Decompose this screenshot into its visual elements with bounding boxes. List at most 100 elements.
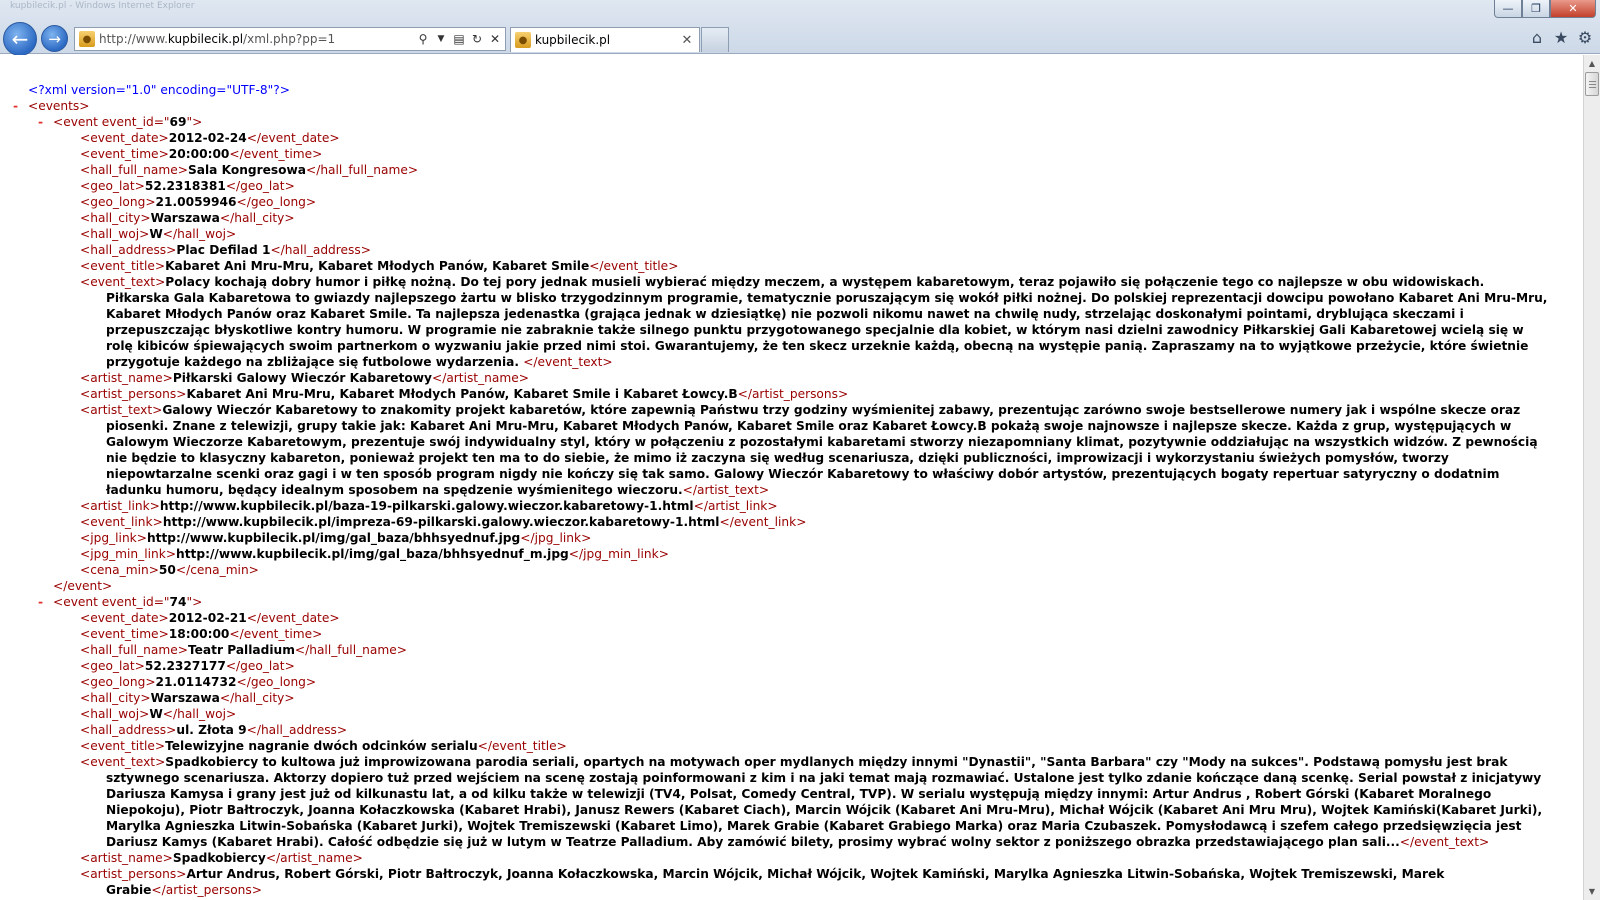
field-value: 21.0059946 — [155, 195, 237, 209]
dropdown-chevron-icon[interactable]: ▼ — [433, 31, 449, 47]
xml-field-hall-woj: <hall_woj>W</hall_woj> — [80, 707, 237, 721]
home-icon[interactable]: ⌂ — [1528, 28, 1546, 47]
collapse-toggle[interactable]: - — [38, 594, 43, 610]
event-open-tag: - <event event_id="74"> — [38, 594, 203, 610]
field-value: 52.2327177 — [144, 659, 226, 673]
tab-kupbilecik[interactable]: ● kupbilecik.pl ✕ — [510, 27, 700, 52]
xml-field-artist-name: <artist_name>Piłkarski Galowy Wieczór Ka… — [80, 371, 529, 385]
xml-tree: <?xml version="1.0" encoding="UTF-8"?> -… — [0, 82, 1560, 898]
xml-field-geo-lat: <geo_lat>52.2318381</geo_lat> — [80, 179, 295, 193]
command-icons: ⌂ ★ ⚙ — [1528, 28, 1594, 47]
field-value: http://www.kupbilecik.pl/impreza-69-pilk… — [162, 515, 720, 529]
field-value: 18:00:00 — [168, 627, 230, 641]
address-bar[interactable]: ● http://www.kupbilecik.pl/xml.php?pp=1 … — [74, 27, 506, 51]
xml-field-artist-persons: <artist_persons>Kabaret Ani Mru-Mru, Kab… — [80, 387, 849, 401]
field-value: Galowy Wieczór Kabaretowy to znakomity p… — [106, 403, 1538, 497]
field-value: http://www.kupbilecik.pl/img/gal_baza/bh… — [146, 531, 521, 545]
address-input[interactable]: http://www.kupbilecik.pl/xml.php?pp=1 — [99, 32, 415, 46]
events-open-tag: - <events> — [13, 98, 90, 114]
field-value: Piłkarski Galowy Wieczór Kabaretowy — [172, 371, 432, 385]
scroll-thumb[interactable] — [1585, 72, 1599, 96]
field-value: Sala Kongresowa — [187, 163, 306, 177]
field-value: Spadkobiercy to kultowa już improwizowan… — [106, 755, 1543, 849]
xml-field-cena-min: <cena_min>50</cena_min> — [80, 563, 259, 577]
tab-close-icon[interactable]: ✕ — [679, 33, 695, 48]
xml-field-geo-long: <geo_long>21.0114732</geo_long> — [80, 675, 317, 689]
tools-gear-icon[interactable]: ⚙ — [1576, 28, 1594, 47]
field-value: Warszawa — [150, 211, 220, 225]
collapse-toggle[interactable]: - — [38, 114, 43, 130]
arrow-right-icon: → — [48, 29, 61, 48]
scroll-down-arrow-icon[interactable]: ▼ — [1584, 883, 1600, 900]
event-id-value: 69 — [169, 115, 187, 129]
scroll-up-arrow-icon[interactable]: ▲ — [1584, 55, 1600, 72]
stop-icon[interactable]: ✕ — [487, 31, 503, 47]
xml-field-hall-full-name: <hall_full_name>Sala Kongresowa</hall_fu… — [80, 163, 419, 177]
xml-field-hall-city: <hall_city>Warszawa</hall_city> — [80, 211, 295, 225]
field-value: Spadkobiercy — [172, 851, 266, 865]
event-close-tag: </event> — [53, 579, 113, 593]
field-value: Kabaret Ani Mru-Mru, Kabaret Młodych Pan… — [165, 259, 590, 273]
back-button[interactable]: ← — [3, 22, 37, 56]
xml-declaration: <?xml version="1.0" encoding="UTF-8"?> — [28, 83, 290, 97]
forward-button[interactable]: → — [41, 25, 68, 52]
xml-field-geo-long: <geo_long>21.0059946</geo_long> — [80, 195, 317, 209]
field-value: Artur Andrus, Robert Górski, Piotr Bałtr… — [106, 867, 1445, 897]
minimize-button[interactable]: — — [1494, 0, 1522, 18]
vertical-scrollbar[interactable]: ▲ ▼ — [1583, 55, 1600, 900]
xml-field-event-title: <event_title>Kabaret Ani Mru-Mru, Kabare… — [80, 259, 679, 273]
tab-favicon-icon: ● — [515, 32, 531, 48]
favorites-star-icon[interactable]: ★ — [1552, 28, 1570, 47]
new-tab-button[interactable] — [701, 27, 729, 52]
xml-field-artist-name: <artist_name>Spadkobiercy</artist_name> — [80, 851, 363, 865]
xml-field-hall-address: <hall_address>ul. Złota 9</hall_address> — [80, 723, 348, 737]
xml-field-event-date: <event_date>2012-02-21</event_date> — [80, 611, 340, 625]
xml-field-event-text: <event_text>Polacy kochają dobry humor i… — [80, 275, 1548, 369]
field-value: Kabaret Ani Mru-Mru, Kabaret Młodych Pan… — [186, 387, 738, 401]
events-list: - <event event_id="69"> <event_date>2012-0… — [0, 114, 1560, 898]
window-title: kupbilecik.pl - Windows Internet Explore… — [10, 1, 195, 11]
xml-field-artist-link: <artist_link>http://www.kupbilecik.pl/ba… — [80, 499, 778, 513]
xml-field-hall-full-name: <hall_full_name>Teatr Palladium</hall_fu… — [80, 643, 407, 657]
close-window-button[interactable]: ✕ — [1550, 0, 1596, 18]
field-value: W — [149, 707, 163, 721]
xml-field-artist-persons: <artist_persons>Artur Andrus, Robert Gór… — [80, 867, 1445, 897]
arrow-left-icon: ← — [11, 27, 29, 51]
field-value: 50 — [158, 563, 176, 577]
xml-field-event-link: <event_link>http://www.kupbilecik.pl/imp… — [80, 515, 807, 529]
url-prefix: http://www. — [99, 32, 168, 46]
xml-field-artist-text: <artist_text>Galowy Wieczór Kabaretowy t… — [80, 403, 1538, 497]
xml-field-event-time: <event_time>20:00:00</event_time> — [80, 147, 323, 161]
field-value: http://www.kupbilecik.pl/img/gal_baza/bh… — [176, 547, 569, 561]
xml-field-jpg-link: <jpg_link>http://www.kupbilecik.pl/img/g… — [80, 531, 592, 545]
field-value: Polacy kochają dobry humor i piłkę nożną… — [106, 275, 1548, 369]
field-value: 2012-02-21 — [168, 611, 247, 625]
url-path: /xml.php?pp=1 — [243, 32, 336, 46]
field-value: 2012-02-24 — [168, 131, 247, 145]
field-value: Telewizyjne nagranie dwóch odcinków seri… — [165, 739, 478, 753]
xml-field-hall-woj: <hall_woj>W</hall_woj> — [80, 227, 237, 241]
field-value: W — [149, 227, 163, 241]
xml-field-jpg-min-link: <jpg_min_link>http://www.kupbilecik.pl/i… — [80, 547, 669, 561]
tab-label: kupbilecik.pl — [535, 33, 611, 47]
xml-field-event-text: <event_text>Spadkobiercy to kultowa już … — [80, 755, 1543, 849]
xml-field-event-time: <event_time>18:00:00</event_time> — [80, 627, 323, 641]
xml-field-hall-address: <hall_address>Plac Defilad 1</hall_addre… — [80, 243, 371, 257]
field-value: ul. Złota 9 — [176, 723, 247, 737]
refresh-icon[interactable]: ↻ — [469, 31, 485, 47]
xml-field-hall-city: <hall_city>Warszawa</hall_city> — [80, 691, 295, 705]
field-value: Teatr Palladium — [187, 643, 295, 657]
search-icon[interactable]: ⚲ — [415, 31, 431, 47]
field-value: http://www.kupbilecik.pl/baza-19-pilkars… — [159, 499, 694, 513]
xml-field-geo-lat: <geo_lat>52.2327177</geo_lat> — [80, 659, 295, 673]
page-favicon-icon: ● — [79, 31, 95, 47]
field-value: 52.2318381 — [144, 179, 226, 193]
compat-view-icon[interactable]: ▤ — [451, 31, 467, 47]
collapse-toggle[interactable]: - — [13, 98, 18, 114]
field-value: Warszawa — [150, 691, 220, 705]
maximize-button[interactable]: ❐ — [1522, 0, 1550, 18]
event-id-value: 74 — [169, 595, 187, 609]
url-domain: kupbilecik.pl — [167, 32, 244, 46]
event-open-tag: - <event event_id="69"> — [38, 114, 203, 130]
field-value: 21.0114732 — [155, 675, 237, 689]
